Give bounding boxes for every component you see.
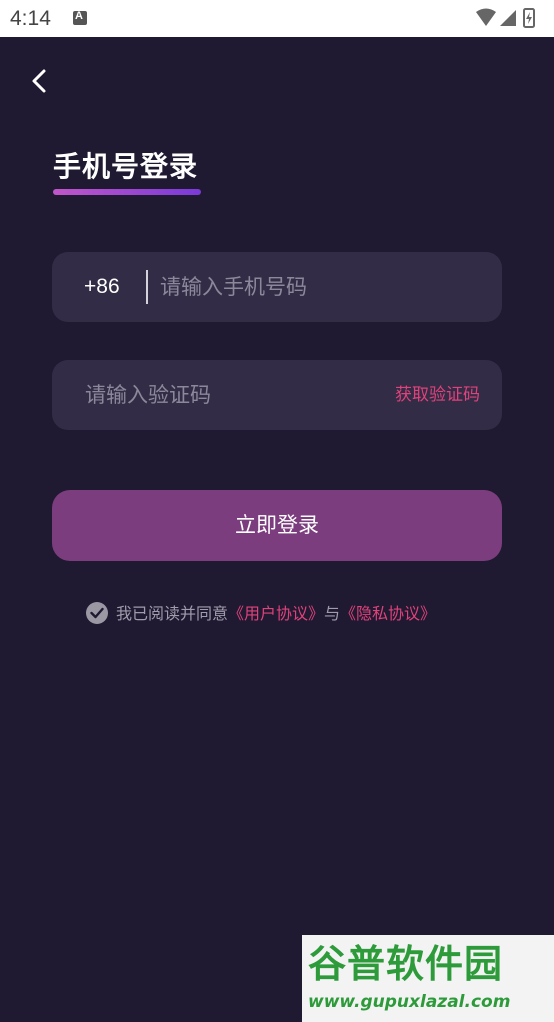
back-button[interactable] xyxy=(24,63,56,99)
phone-field: +86 xyxy=(52,252,502,322)
text-a-icon xyxy=(73,10,87,25)
agreement-prefix: 我已阅读并同意 xyxy=(116,604,229,623)
country-code-selector[interactable]: +86 xyxy=(84,252,120,322)
title-underline xyxy=(53,189,201,195)
user-agreement-link[interactable]: 《用户协议》 xyxy=(228,604,324,623)
battery-charging-icon xyxy=(523,8,535,28)
cell-signal-icon xyxy=(500,10,516,26)
verification-code-input[interactable] xyxy=(85,360,365,430)
watermark: 谷普软件园 www.gupuxlazal.com xyxy=(302,935,554,1022)
privacy-policy-link[interactable]: 《隐私协议》 xyxy=(340,604,436,623)
get-code-button[interactable]: 获取验证码 xyxy=(395,360,480,430)
wifi-icon xyxy=(476,8,496,26)
login-button[interactable]: 立即登录 xyxy=(52,490,502,561)
status-time: 4:14 xyxy=(10,7,51,30)
check-icon xyxy=(90,607,104,619)
chevron-left-icon xyxy=(32,69,46,93)
agreement-connector: 与 xyxy=(324,604,341,623)
page-title: 手机号登录 xyxy=(53,150,199,183)
watermark-url: www.gupuxlazal.com xyxy=(308,992,511,1012)
status-icons xyxy=(476,8,536,28)
title-block: 手机号登录 xyxy=(53,147,201,195)
phone-input[interactable] xyxy=(160,252,480,322)
watermark-brand: 谷普软件园 xyxy=(308,942,504,986)
status-bar: 4:14 xyxy=(0,0,554,37)
login-screen: 手机号登录 +86 获取验证码 立即登录 我已阅读并同意《用户协议》与《隐私协议… xyxy=(0,37,554,1022)
divider xyxy=(146,270,148,304)
agreement-row: 我已阅读并同意《用户协议》与《隐私协议》 xyxy=(86,602,436,626)
agreement-checkbox[interactable] xyxy=(86,602,108,624)
verification-code-field: 获取验证码 xyxy=(52,360,502,430)
